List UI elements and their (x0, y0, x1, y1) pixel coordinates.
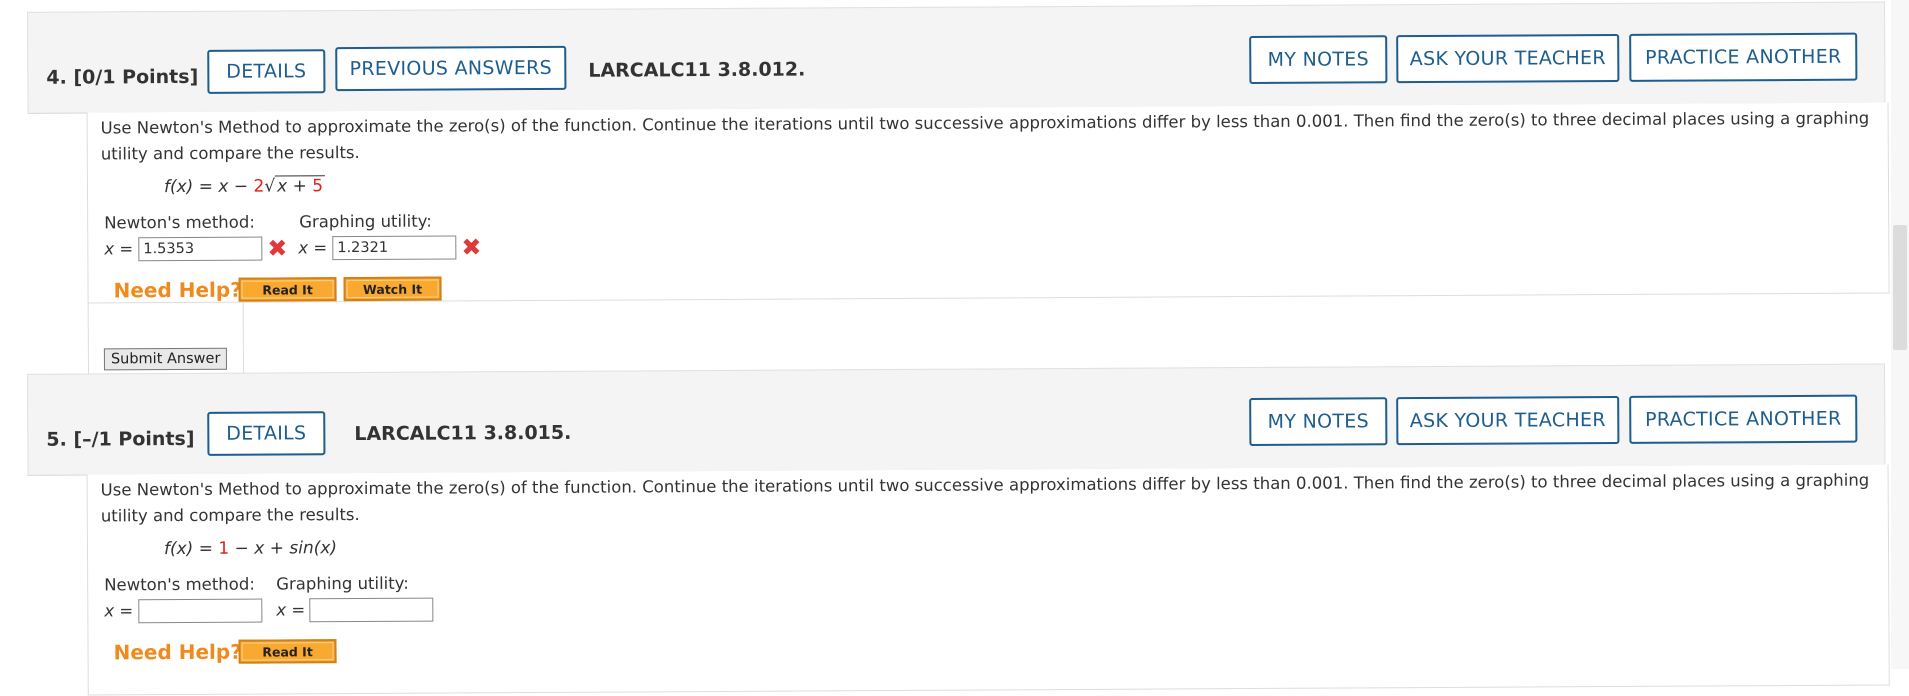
newton-method-label: Newton's method: (104, 212, 255, 233)
graphing-utility-label: Graphing utility: (276, 573, 409, 594)
question-points: 4. [0/1 Points] (46, 65, 199, 89)
question-points: 5. [–/1 Points] (46, 427, 195, 451)
function-expression: f(x) = x − 2√ x + 5 (163, 175, 326, 198)
my-notes-button[interactable]: MY NOTES (1249, 35, 1388, 85)
newton-answer-input[interactable] (138, 598, 263, 624)
read-it-button[interactable]: Read It (238, 277, 337, 302)
details-button[interactable]: DETAILS (207, 411, 326, 456)
need-help-label: Need Help? (113, 277, 242, 303)
ask-your-teacher-button[interactable]: ASK YOUR TEACHER (1396, 395, 1620, 446)
x-equals-label: x = (104, 239, 134, 259)
problem-code: LARCALC11 3.8.015. (354, 421, 572, 446)
question-5: 5. [–/1 Points] DETAILS LARCALC11 3.8.01… (0, 363, 1909, 696)
need-help-label: Need Help? (113, 639, 242, 665)
graphing-utility-label: Graphing utility: (299, 211, 432, 232)
practice-another-button[interactable]: PRACTICE ANOTHER (1629, 32, 1858, 82)
watch-it-button[interactable]: Watch It (343, 276, 442, 302)
practice-another-button[interactable]: PRACTICE ANOTHER (1629, 394, 1858, 444)
question-prompt: Use Newton's Method to approximate the z… (100, 108, 1870, 164)
graphing-answer-input[interactable] (332, 235, 457, 261)
x-equals-label: x = (104, 601, 134, 621)
x-mark-icon: ✖ (267, 234, 288, 263)
problem-code: LARCALC11 3.8.012. (588, 58, 806, 82)
question-header: 5. [–/1 Points] DETAILS LARCALC11 3.8.01… (26, 363, 1886, 476)
question-4: 4. [0/1 Points] DETAILS PREVIOUS ANSWERS… (0, 1, 1909, 386)
details-button[interactable]: DETAILS (207, 49, 326, 94)
ask-your-teacher-button[interactable]: ASK YOUR TEACHER (1396, 33, 1620, 84)
read-it-button[interactable]: Read It (238, 639, 337, 664)
x-equals-label: x = (298, 238, 328, 258)
x-mark-icon: ✖ (461, 233, 482, 262)
scrollbar[interactable] (1891, 0, 1909, 669)
newton-method-label: Newton's method: (104, 574, 255, 595)
graphing-answer-input[interactable] (309, 597, 434, 623)
question-header: 4. [0/1 Points] DETAILS PREVIOUS ANSWERS… (26, 1, 1886, 114)
x-equals-label: x = (276, 600, 306, 620)
my-notes-button[interactable]: MY NOTES (1249, 397, 1388, 447)
previous-answers-button[interactable]: PREVIOUS ANSWERS (335, 45, 567, 92)
newton-answer-input[interactable] (138, 236, 263, 262)
scrollbar-thumb[interactable] (1893, 225, 1907, 350)
question-prompt: Use Newton's Method to approximate the z… (100, 470, 1870, 526)
function-expression: f(x) = 1 − x + sin(x) (163, 538, 338, 560)
